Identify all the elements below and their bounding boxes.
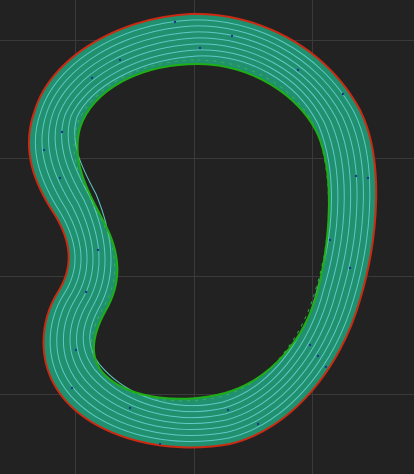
seam-point xyxy=(118,58,122,62)
seam-point xyxy=(158,442,162,446)
seam-point xyxy=(60,130,64,134)
seam-point xyxy=(328,238,332,242)
seam-point xyxy=(128,406,132,410)
seam-point xyxy=(70,386,74,390)
seam-point xyxy=(296,68,300,72)
seam-point xyxy=(316,354,320,358)
seam-point xyxy=(42,148,46,152)
seam-point xyxy=(198,46,202,50)
seam-point xyxy=(173,20,177,24)
seam-point xyxy=(366,176,370,180)
seam-point xyxy=(354,174,358,178)
seam-point xyxy=(58,176,62,180)
seam-point xyxy=(324,365,328,369)
seam-point xyxy=(341,92,345,96)
seam-point xyxy=(226,408,230,412)
seam-point xyxy=(256,422,260,426)
seam-point xyxy=(74,348,78,352)
seam-point xyxy=(96,248,100,252)
seam-point xyxy=(230,34,234,38)
seam-point xyxy=(90,76,94,80)
seam-point xyxy=(308,343,312,347)
toolpath-viewport[interactable] xyxy=(0,0,414,474)
seam-point xyxy=(348,266,352,270)
seam-point xyxy=(84,290,88,294)
